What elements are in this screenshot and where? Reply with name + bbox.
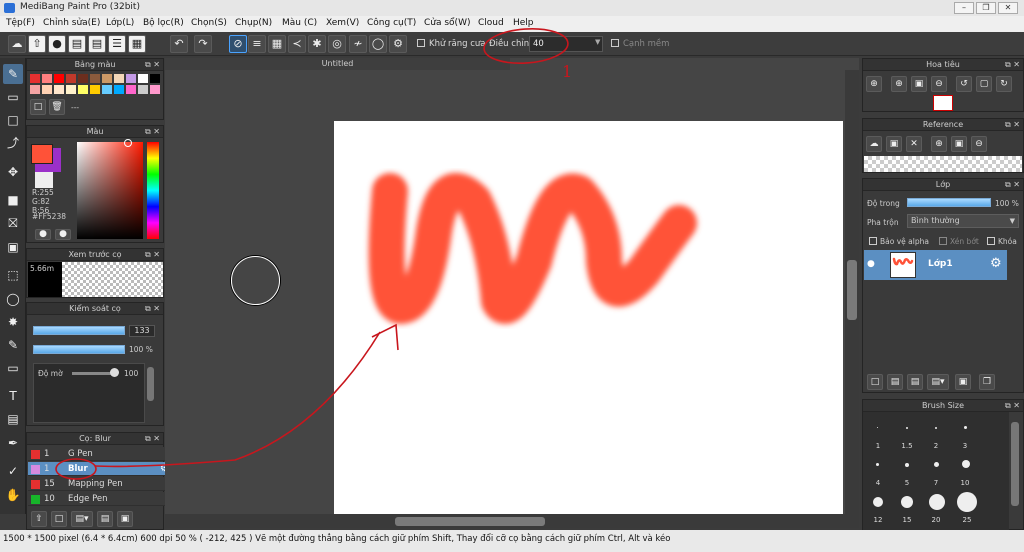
annotation-ellipse-adjust xyxy=(483,27,569,65)
annotation-ellipse-blur xyxy=(55,458,97,480)
status-bar: 1500 * 1500 pixel (6.4 * 6.4cm) 600 dpi … xyxy=(0,530,1024,552)
annotation-arrow xyxy=(94,331,381,468)
annotation-overlay xyxy=(55,27,569,480)
annotation-number: 1 xyxy=(562,62,573,81)
